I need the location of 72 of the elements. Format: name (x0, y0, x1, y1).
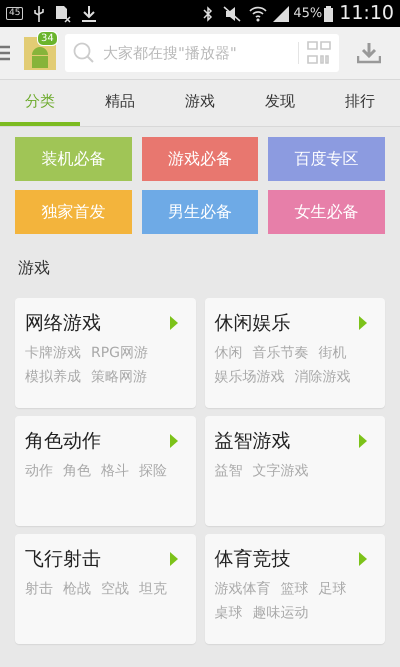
update-count-badge: 34 (37, 30, 58, 46)
tag-link[interactable]: 趣味运动 (252, 602, 308, 624)
section-title: 游戏 (18, 258, 50, 277)
arrow-icon (170, 552, 178, 566)
bluetooth-icon (203, 6, 214, 22)
category-tile[interactable]: 百度专区 (268, 137, 385, 181)
category-title: 角色动作 (25, 429, 101, 454)
tag-link[interactable]: 游戏体育 (214, 578, 270, 600)
clock: 11:10 (339, 1, 394, 26)
tab[interactable]: 发现 (240, 80, 320, 126)
arrow-icon (359, 316, 367, 330)
tag-link[interactable]: 休闲 (214, 342, 242, 364)
tag-link[interactable]: 音乐节奏 (252, 342, 308, 364)
tag-link[interactable]: 消除游戏 (294, 366, 350, 388)
search-icon (73, 42, 95, 64)
search-field[interactable]: 大家都在搜"播放器" (103, 42, 292, 64)
category-title: 飞行射击 (25, 547, 101, 572)
battery-percent: 45% (293, 4, 322, 23)
download-icon (81, 6, 98, 22)
tag-link[interactable]: 文字游戏 (252, 460, 308, 482)
tag-link[interactable]: 策略网游 (91, 366, 147, 388)
tag-link[interactable]: 枪战 (63, 578, 91, 600)
arrow-icon (170, 316, 178, 330)
signal-icon (273, 6, 290, 22)
tag-link[interactable]: 益智 (214, 460, 242, 482)
category-card[interactable]: 角色动作 动作 角色 格斗 探险 (15, 416, 196, 526)
mute-icon (221, 6, 244, 22)
category-tile[interactable]: 独家首发 (15, 190, 132, 234)
category-tile[interactable]: 女生必备 (268, 190, 385, 234)
arrow-icon (170, 434, 178, 448)
usb-icon (33, 6, 46, 22)
download-icon[interactable] (357, 42, 381, 64)
tab[interactable]: 游戏 (160, 80, 240, 126)
tag-link[interactable]: 角色 (63, 460, 91, 482)
category-title: 休闲娱乐 (214, 311, 290, 336)
category-card[interactable]: 体育竞技 游戏体育 篮球 足球 桌球 趣味运动 (204, 534, 385, 644)
tag-link[interactable]: 格斗 (101, 460, 129, 482)
tab[interactable]: 排行 (320, 80, 400, 126)
tab[interactable]: 分类 (0, 80, 80, 126)
battery-icon (324, 6, 334, 22)
category-tile[interactable]: 男生必备 (142, 190, 258, 234)
category-card[interactable]: 网络游戏 卡牌游戏 RPG网游 模拟养成 策略网游 (15, 298, 196, 408)
tag-link[interactable]: 足球 (318, 578, 346, 600)
sim-card-icon (55, 4, 72, 22)
tag-link[interactable]: 空战 (101, 578, 129, 600)
category-card[interactable]: 休闲娱乐 休闲 音乐节奏 街机 娱乐场游戏 消除游戏 (204, 298, 385, 408)
qr-code-icon[interactable] (307, 41, 331, 65)
tag-link[interactable]: 探险 (139, 460, 167, 482)
search-bar[interactable]: 大家都在搜"播放器" (65, 34, 339, 72)
category-title: 益智游戏 (214, 429, 290, 454)
tag-link[interactable]: 卡牌游戏 (25, 342, 81, 364)
tag-link[interactable]: 坦克 (139, 578, 167, 600)
tag-link[interactable]: 射击 (25, 578, 53, 600)
tab[interactable]: 精品 (80, 80, 160, 126)
tag-link[interactable]: 动作 (25, 460, 53, 482)
category-card[interactable]: 飞行射击 射击 枪战 空战 坦克 (15, 534, 196, 644)
category-tile[interactable]: 游戏必备 (142, 137, 258, 181)
category-tile[interactable]: 装机必备 (15, 137, 132, 181)
notification-badge: 45 (6, 7, 24, 20)
tag-link[interactable]: 篮球 (280, 578, 308, 600)
tag-link[interactable]: 模拟养成 (25, 366, 81, 388)
wifi-icon (249, 6, 268, 22)
arrow-icon (359, 552, 367, 566)
tag-link[interactable]: 娱乐场游戏 (214, 366, 284, 388)
category-card[interactable]: 益智游戏 益智 文字游戏 (204, 416, 385, 526)
menu-icon[interactable] (0, 45, 10, 61)
category-title: 体育竞技 (214, 547, 290, 572)
arrow-icon (359, 434, 367, 448)
tag-link[interactable]: 桌球 (214, 602, 242, 624)
tag-link[interactable]: 街机 (318, 342, 346, 364)
tag-link[interactable]: RPG网游 (91, 342, 148, 364)
category-title: 网络游戏 (25, 311, 101, 336)
